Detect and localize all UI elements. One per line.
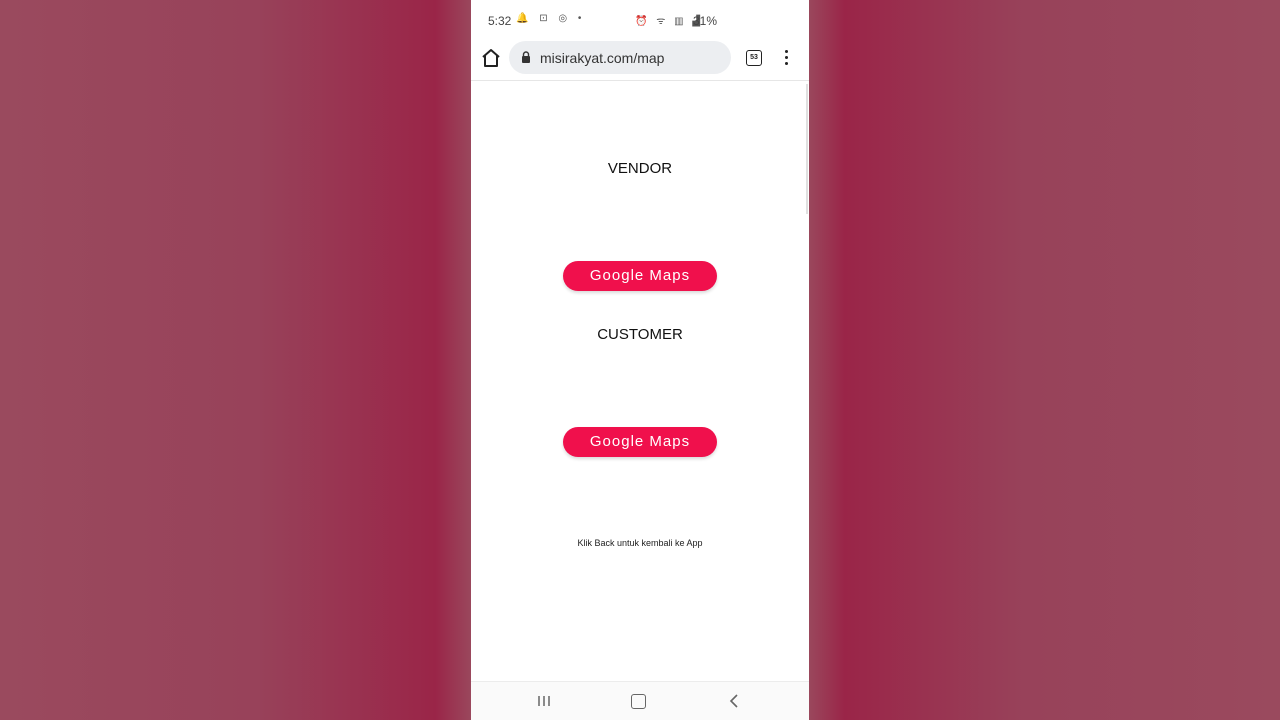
nav-home-icon[interactable] — [631, 694, 646, 709]
url-text: misirakyat.com/map — [540, 50, 665, 66]
back-instruction-text: Klik Back untuk kembali ke App — [577, 538, 703, 548]
notification-icons: 🔔 ⊡ ◎ • — [516, 13, 586, 24]
scrollbar[interactable] — [806, 84, 808, 214]
system-nav-bar — [471, 681, 809, 720]
lock-icon — [522, 51, 530, 63]
more-vert-icon[interactable] — [779, 48, 793, 68]
phone-screen: 5:32 🔔 ⊡ ◎ • ⏰ ᯤ ▥ ▟ 31% misirakyat.com/… — [471, 0, 809, 720]
tabs-icon[interactable]: 53 — [746, 50, 762, 66]
back-icon[interactable] — [727, 693, 741, 709]
customer-google-maps-button[interactable]: Google Maps — [563, 427, 717, 457]
battery-level: 31% — [693, 14, 718, 28]
address-bar[interactable]: misirakyat.com/map — [509, 41, 731, 74]
status-bar: 5:32 🔔 ⊡ ◎ • ⏰ ᯤ ▥ ▟ 31% — [471, 0, 809, 40]
home-icon[interactable] — [479, 46, 503, 70]
browser-toolbar: misirakyat.com/map 53 — [471, 40, 809, 81]
customer-heading: CUSTOMER — [597, 326, 683, 343]
status-time: 5:32 — [488, 14, 512, 28]
vendor-heading: VENDOR — [607, 160, 673, 177]
recents-icon[interactable] — [537, 694, 551, 708]
vendor-google-maps-button[interactable]: Google Maps — [563, 261, 717, 291]
